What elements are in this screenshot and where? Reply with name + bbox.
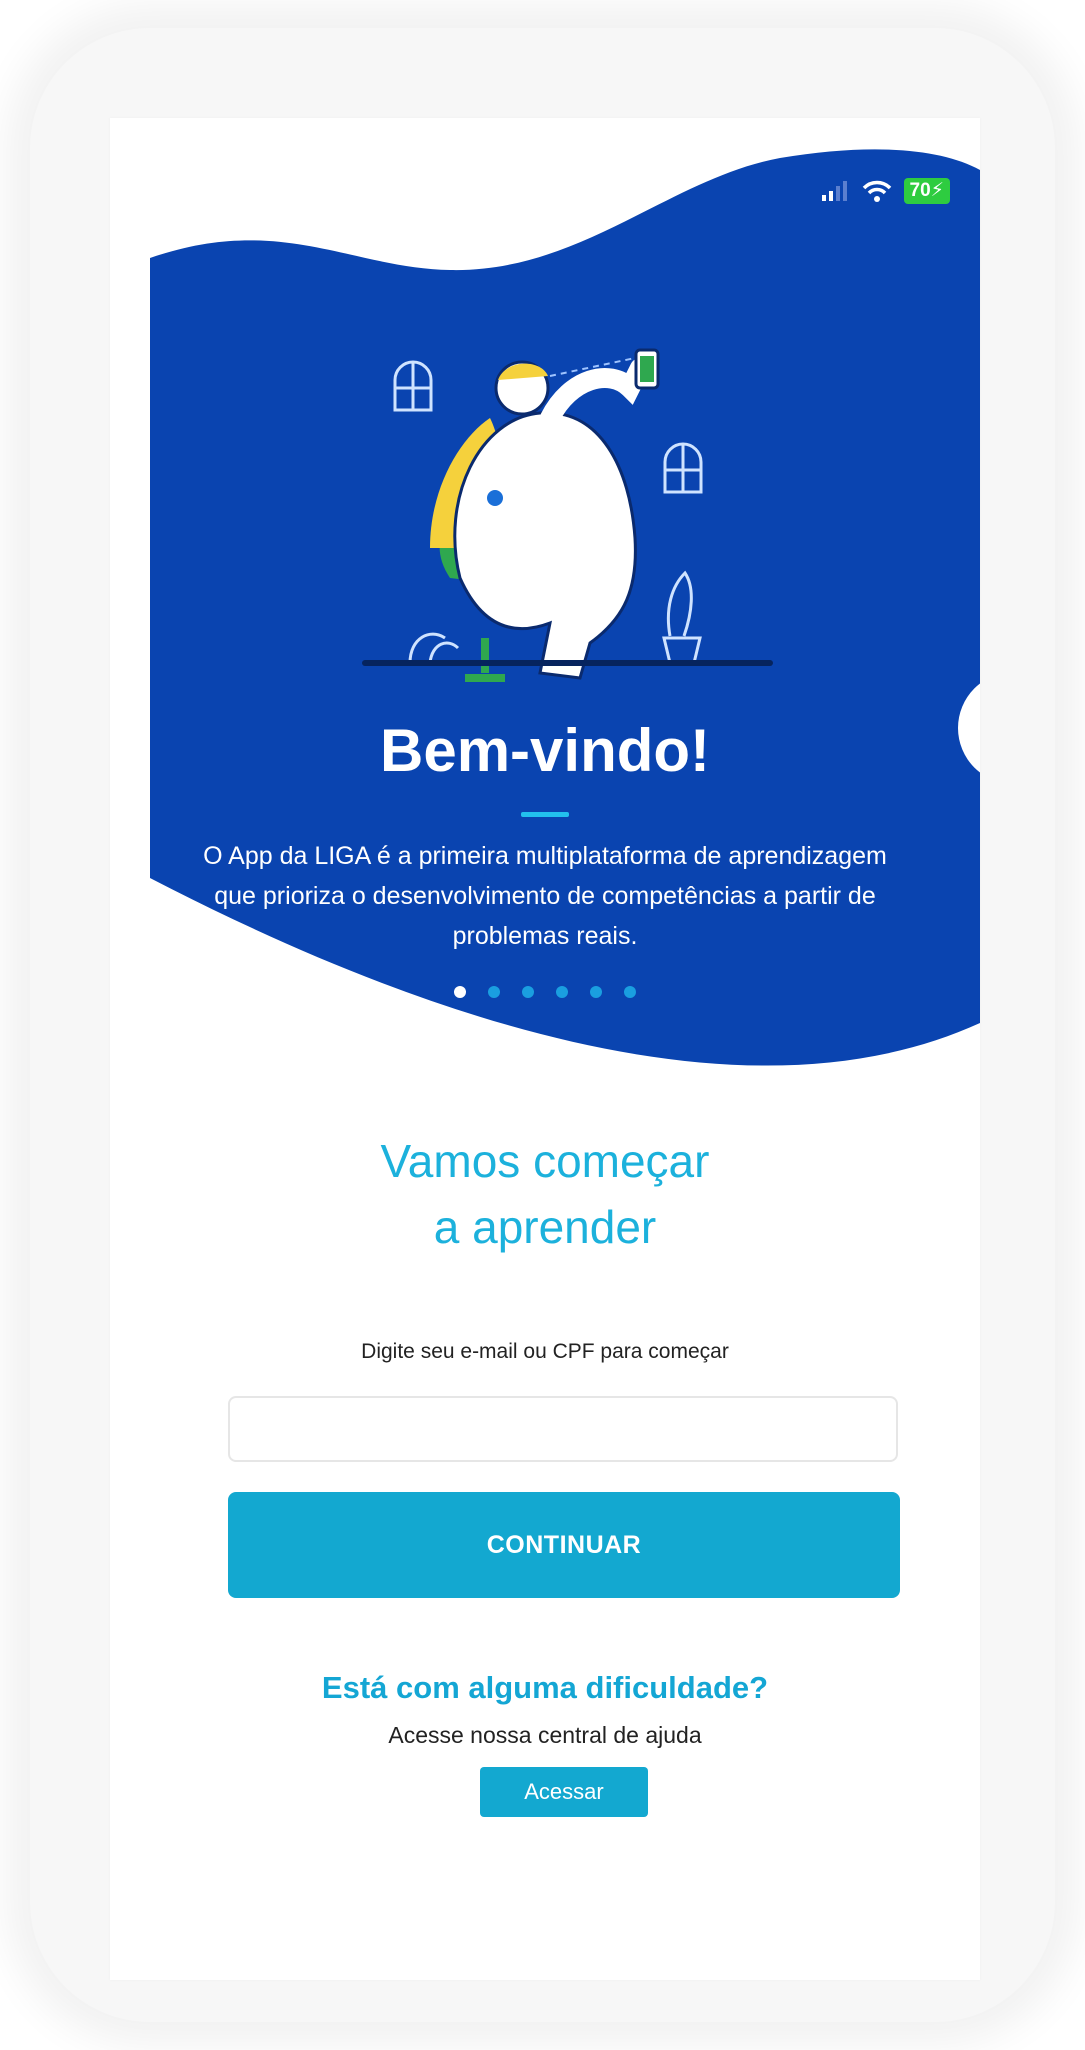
signal-icon (821, 181, 847, 201)
hero-banner (150, 149, 980, 1066)
battery-icon: 70⚡ (903, 178, 950, 204)
carousel-dots (110, 986, 980, 998)
welcome-title: Bem-vindo! (380, 717, 710, 784)
carousel-dot[interactable] (556, 986, 568, 998)
status-bar: 70⚡ (821, 178, 950, 204)
continue-button[interactable]: CONTINUAR (228, 1492, 900, 1598)
help-title: Está com alguma dificuldade? (321, 1670, 769, 1705)
page-headline: Vamos começar a aprender (110, 1128, 980, 1260)
welcome-description: O App da LIGA é a primeira multiplatafor… (203, 842, 887, 950)
battery-level: 70 (909, 180, 931, 201)
carousel-dot[interactable] (522, 986, 534, 998)
app-screen: 70⚡ Bem-vindo! O App da LIGA é a primeir… (110, 118, 980, 1980)
carousel-dot[interactable] (454, 986, 466, 998)
title-underline (521, 812, 569, 817)
help-text: Acesse nossa central de ajuda (388, 1722, 702, 1748)
headline-line-1: Vamos começar (380, 1135, 710, 1187)
wifi-icon (862, 180, 891, 202)
carousel-dot[interactable] (624, 986, 636, 998)
carousel-dot[interactable] (488, 986, 500, 998)
carousel-dot[interactable] (590, 986, 602, 998)
email-cpf-input[interactable] (228, 1396, 898, 1462)
headline-line-2: a aprender (433, 1201, 657, 1253)
access-help-button[interactable]: Acessar (480, 1767, 648, 1817)
input-instruction: Digite seu e-mail ou CPF para começar (361, 1340, 729, 1363)
